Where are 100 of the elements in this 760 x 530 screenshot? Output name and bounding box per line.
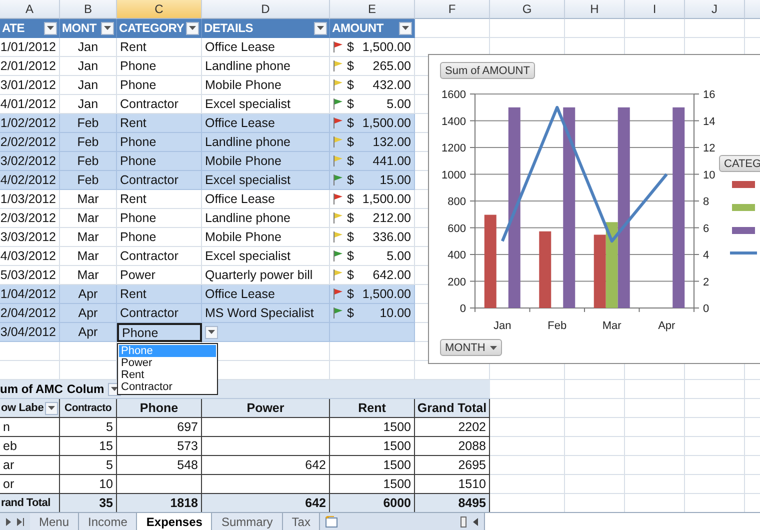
table-cell: 2/02/2012 <box>0 133 60 152</box>
field-button[interactable]: MONTH <box>440 339 502 356</box>
caret-icon <box>208 330 215 334</box>
table-cell: Rent <box>117 190 202 209</box>
sheet-tab[interactable]: Summary <box>212 513 283 530</box>
column-header[interactable]: D <box>202 0 330 19</box>
caret-icon <box>317 26 324 30</box>
axis-label: Jan <box>494 320 512 332</box>
pivot-cell: 2695 <box>415 456 490 475</box>
pivot-header-cell: Phone <box>117 399 202 418</box>
amount-value: 432.00 <box>372 78 411 92</box>
header-label: ow Labe <box>1 402 44 414</box>
table-cell: Feb <box>60 114 117 133</box>
pivot-header-cell: Grand Total <box>415 399 490 418</box>
table-cell: Mar <box>60 228 117 247</box>
column-header[interactable]: H <box>565 0 625 19</box>
pivot-cell: 5 <box>60 418 117 437</box>
column-header[interactable]: C <box>117 0 202 19</box>
axis-label: 0 <box>703 303 710 315</box>
currency-symbol: $ <box>347 116 354 130</box>
pivot-cell: 35 <box>60 494 117 512</box>
axis-label: 6 <box>703 222 710 235</box>
table-cell: Rent <box>117 38 202 57</box>
column-header[interactable]: J <box>685 0 745 19</box>
pivot-cell: 2088 <box>415 437 490 456</box>
dropdown-button[interactable] <box>205 326 218 338</box>
pivot-title: um of AMC <box>0 382 63 396</box>
currency-symbol: $ <box>347 59 354 73</box>
table-cell: Phone <box>117 76 202 95</box>
pivot-cell: 5 <box>60 456 117 475</box>
header-label: AMOUNT <box>332 21 384 35</box>
table-cell: 2/01/2012 <box>0 57 60 76</box>
filter-button[interactable] <box>186 22 200 34</box>
table-cell: Phone <box>117 57 202 76</box>
axis-label: 600 <box>448 222 466 235</box>
split-handle-icon[interactable] <box>460 516 468 528</box>
sheet-tab[interactable]: Income <box>79 513 138 530</box>
pivot-cell: 642 <box>202 456 330 475</box>
table-cell: Excel specialist <box>202 171 330 190</box>
table-cell: Excel specialist <box>202 247 330 266</box>
column-header[interactable]: E <box>330 0 415 19</box>
header-label: ATE <box>2 21 25 35</box>
field-button[interactable]: CATEG <box>719 155 760 172</box>
column-header[interactable]: A <box>0 0 60 19</box>
pivot-cell: 1500 <box>330 475 415 494</box>
table-cell: Jan <box>60 95 117 114</box>
filter-button[interactable] <box>101 22 114 34</box>
axis-label: 14 <box>703 116 716 128</box>
currency-symbol: $ <box>347 249 354 263</box>
table-cell: Quarterly power bill <box>202 266 330 285</box>
header-label: CATEGORY <box>119 21 184 35</box>
header-label: DETAILS <box>204 21 254 35</box>
pivot-cell: 1818 <box>117 494 202 512</box>
table-cell: 4/02/2012 <box>0 171 60 190</box>
pivot-cell: 1510 <box>415 475 490 494</box>
header-label: MONT <box>62 21 97 35</box>
amount-value: 132.00 <box>372 135 411 149</box>
field-button[interactable]: Sum of AMOUNT <box>440 62 535 79</box>
table-cell: 4/01/2012 <box>0 95 60 114</box>
category-dropdown[interactable]: Phone <box>117 323 202 342</box>
table-cell: Mobile Phone <box>202 76 330 95</box>
filter-button[interactable] <box>399 22 412 34</box>
table-cell: 1/02/2012 <box>0 114 60 133</box>
amount-value: 15.00 <box>380 173 411 187</box>
pivot-cell: 8495 <box>415 494 490 512</box>
axis-label: 1400 <box>442 116 466 128</box>
table-cell: Landline phone <box>202 133 330 152</box>
table-cell: Apr <box>60 285 117 304</box>
axis-label: 1000 <box>442 169 466 182</box>
column-header[interactable]: G <box>490 0 565 19</box>
column-header[interactable]: B <box>60 0 117 19</box>
table-cell: Contractor <box>117 171 202 190</box>
column-header[interactable]: I <box>625 0 685 19</box>
sheet-tab[interactable]: Menu <box>30 513 80 530</box>
table-cell: Office Lease <box>202 285 330 304</box>
axis-label: 16 <box>703 89 716 101</box>
caret-icon <box>111 387 118 391</box>
axis-label: 400 <box>448 250 466 262</box>
filter-button[interactable] <box>314 22 327 34</box>
currency-symbol: $ <box>347 287 354 301</box>
column-header[interactable]: F <box>415 0 490 19</box>
table-cell: Power <box>117 266 202 285</box>
pivot-cell: 6000 <box>330 494 415 512</box>
currency-symbol: $ <box>347 97 354 111</box>
sheet-tab[interactable]: Expenses <box>137 513 212 530</box>
table-cell: 3/04/2012 <box>0 323 60 342</box>
table-cell: Phone <box>117 152 202 171</box>
axis-label: 8 <box>703 196 710 208</box>
filter-button[interactable] <box>44 22 57 34</box>
table-cell: Office Lease <box>202 114 330 133</box>
table-cell: Apr <box>60 304 117 323</box>
row-label-cell: n <box>0 418 60 437</box>
filter-button[interactable] <box>44 402 58 414</box>
table-cell: Rent <box>117 114 202 133</box>
legend-line-icon <box>730 252 757 254</box>
sheet-tab[interactable]: Tax <box>282 513 320 530</box>
table-cell: Phone <box>117 228 202 247</box>
amount-value: 1,500.00 <box>362 40 411 54</box>
table-cell: Jan <box>60 38 117 57</box>
legend-swatch <box>732 181 755 188</box>
